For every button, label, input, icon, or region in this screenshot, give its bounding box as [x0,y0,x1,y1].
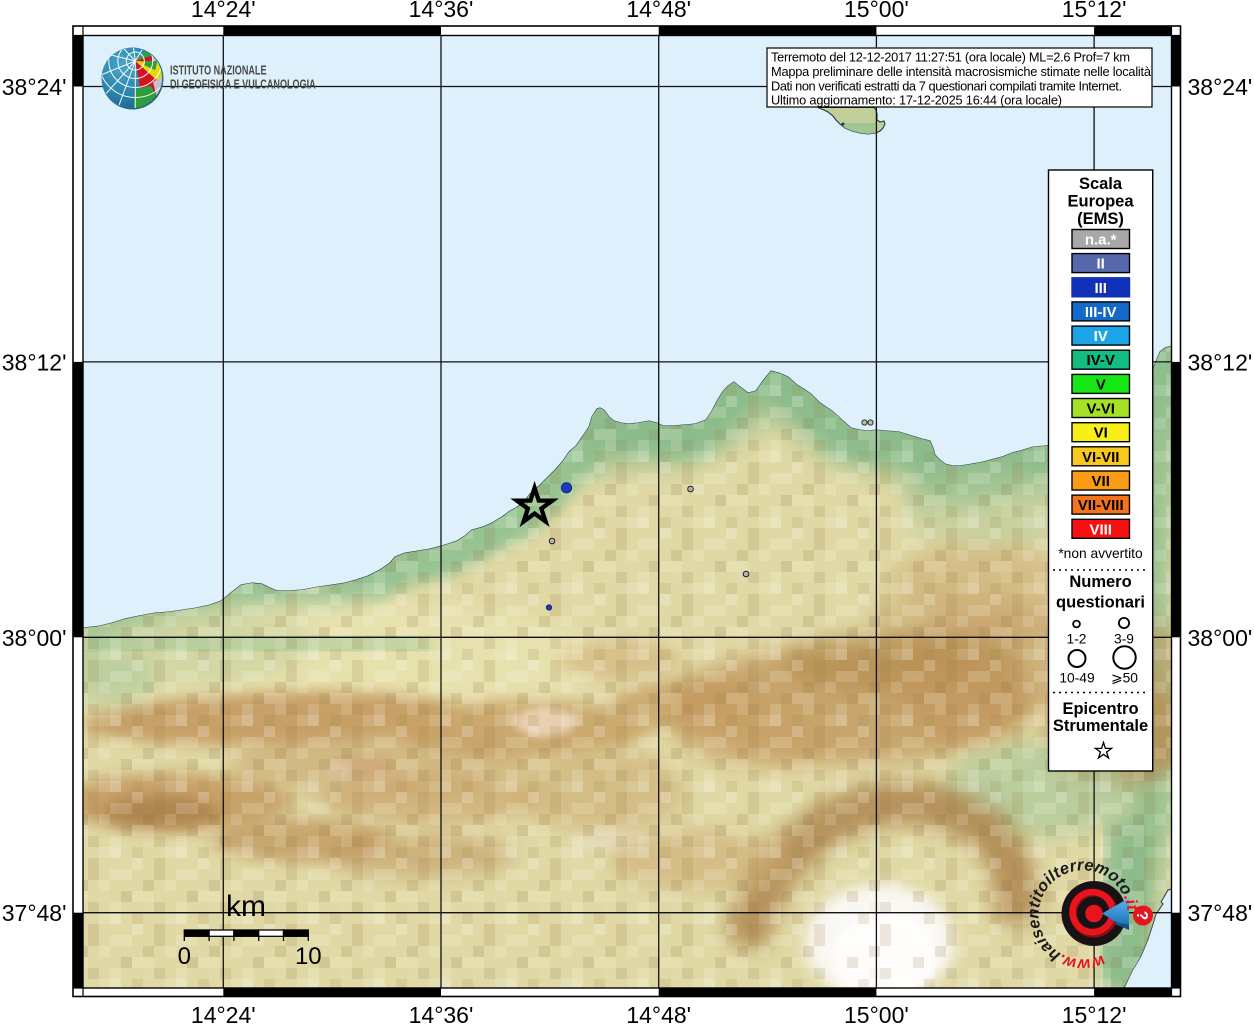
svg-text:II: II [1097,256,1105,273]
svg-text:*non avvertito: *non avvertito [1058,546,1143,561]
svg-text:(EMS): (EMS) [1077,210,1124,228]
svg-text:38°24': 38°24' [2,74,67,100]
svg-text:VII-VIII: VII-VIII [1078,497,1124,514]
svg-text:Numero: Numero [1069,573,1131,591]
svg-text:38°12': 38°12' [2,349,67,375]
svg-text:Scala: Scala [1079,175,1123,193]
svg-text:VIII: VIII [1089,521,1112,538]
svg-text:Strumentale: Strumentale [1053,717,1148,735]
svg-text:⩾50: ⩾50 [1111,671,1138,686]
svg-text:V: V [1096,376,1106,393]
svg-text:15°12': 15°12' [1062,1002,1127,1024]
svg-text:14°48': 14°48' [626,1002,691,1024]
svg-text:IV: IV [1094,328,1108,345]
svg-text:14°48': 14°48' [626,0,691,22]
svg-text:38°24': 38°24' [1188,74,1253,100]
svg-text:VII: VII [1092,473,1110,490]
svg-text:15°12': 15°12' [1062,0,1127,22]
svg-text:38°12': 38°12' [1188,349,1253,375]
svg-text:Epicentro: Epicentro [1062,700,1138,718]
svg-text:VI-VII: VI-VII [1082,449,1120,466]
svg-text:DI GEOFISICA E VULCANOLOGIA: DI GEOFISICA E VULCANOLOGIA [170,78,316,92]
svg-text:Mappa preliminare delle intens: Mappa preliminare delle intensità macros… [771,64,1152,79]
svg-text:14°24': 14°24' [191,0,256,22]
svg-text:VI: VI [1094,425,1108,442]
svg-text:1-2: 1-2 [1067,632,1087,647]
svg-text:questionari: questionari [1056,594,1145,612]
svg-text:38°00': 38°00' [2,625,67,651]
svg-text:III-IV: III-IV [1085,304,1117,321]
svg-text:ISTITUTO NAZIONALE: ISTITUTO NAZIONALE [170,64,267,78]
svg-text:10: 10 [295,943,322,970]
svg-text:38°00': 38°00' [1188,625,1253,651]
svg-text:V-VI: V-VI [1087,401,1115,418]
svg-text:Europea: Europea [1067,193,1134,211]
svg-text:Ultimo aggiornamento: 17-12-20: Ultimo aggiornamento: 17-12-2025 16:44 (… [771,93,1062,108]
svg-text:37°48': 37°48' [2,900,67,926]
svg-text:III: III [1094,280,1107,297]
svg-text:37°48': 37°48' [1188,900,1253,926]
svg-text:14°24': 14°24' [191,1002,256,1024]
svg-text:IV-V: IV-V [1087,352,1115,369]
svg-text:14°36': 14°36' [409,1002,474,1024]
svg-text:15°00': 15°00' [844,1002,909,1024]
svg-text:km: km [226,890,266,923]
svg-text:Terremoto del 12-12-2017 11:27: Terremoto del 12-12-2017 11:27:51 (ora l… [771,50,1130,65]
svg-text:Dati non verificati estratti d: Dati non verificati estratti da 7 questi… [771,79,1122,94]
svg-text:3-9: 3-9 [1114,632,1134,647]
svg-text:14°36': 14°36' [409,0,474,22]
svg-text:n.a.*: n.a.* [1085,232,1117,249]
svg-text:10-49: 10-49 [1059,671,1095,686]
svg-text:0: 0 [178,943,191,970]
svg-text:15°00': 15°00' [844,0,909,22]
svg-text:?: ? [1133,911,1150,921]
